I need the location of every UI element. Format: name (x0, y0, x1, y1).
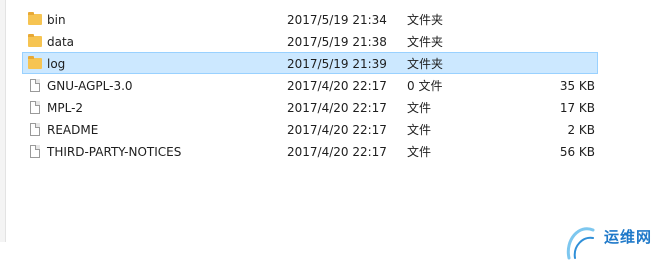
file-name: log (47, 57, 66, 71)
file-type: 文件 (407, 145, 432, 159)
file-size: 2 KB (567, 123, 595, 137)
file-date-modified: 2017/5/19 21:39 (287, 57, 387, 71)
folder-icon (27, 31, 43, 53)
file-size: 35 KB (559, 79, 595, 93)
file-icon (27, 141, 43, 163)
file-type: 文件 (407, 101, 432, 115)
file-name: THIRD-PARTY-NOTICES (47, 145, 182, 159)
file-size: 17 KB (559, 101, 595, 115)
folder-icon (27, 9, 43, 31)
file-name: data (47, 35, 75, 49)
file-type: 文件夹 (407, 35, 444, 49)
file-type: 文件夹 (407, 13, 444, 27)
window-left-edge (0, 0, 6, 242)
file-type: 文件 (407, 123, 432, 137)
file-row-mpl[interactable]: MPL-2 2017/4/20 22:17 文件 17 KB (22, 96, 598, 118)
file-row-bin[interactable]: bin 2017/5/19 21:34 文件夹 (22, 8, 598, 30)
file-icon (27, 119, 43, 141)
file-row-gnu-agpl[interactable]: GNU-AGPL-3.0 2017/4/20 22:17 0 文件 35 KB (22, 74, 598, 96)
file-date-modified: 2017/5/19 21:38 (287, 35, 387, 49)
watermark-logo-icon (566, 227, 595, 260)
file-row-log[interactable]: log 2017/5/19 21:39 文件夹 (22, 52, 598, 74)
file-row-third-party[interactable]: THIRD-PARTY-NOTICES 2017/4/20 22:17 文件 5… (22, 140, 598, 162)
file-type: 0 文件 (407, 79, 443, 93)
file-list: bin 2017/5/19 21:34 文件夹 data 2017/5/19 2… (22, 8, 598, 162)
watermark-text: 运维网 (604, 228, 653, 246)
file-date-modified: 2017/4/20 22:17 (287, 101, 387, 115)
file-date-modified: 2017/4/20 22:17 (287, 123, 387, 137)
file-size: 56 KB (559, 145, 595, 159)
file-name: GNU-AGPL-3.0 (47, 79, 133, 93)
file-row-readme[interactable]: README 2017/4/20 22:17 文件 2 KB (22, 118, 598, 140)
file-name: README (47, 123, 99, 137)
file-icon (27, 97, 43, 119)
file-name: bin (47, 13, 66, 27)
file-date-modified: 2017/5/19 21:34 (287, 13, 387, 27)
file-date-modified: 2017/4/20 22:17 (287, 145, 387, 159)
file-row-data[interactable]: data 2017/5/19 21:38 文件夹 (22, 30, 598, 52)
folder-icon (27, 53, 43, 75)
file-name: MPL-2 (47, 101, 84, 115)
file-icon (27, 75, 43, 97)
file-type: 文件夹 (407, 57, 444, 71)
file-date-modified: 2017/4/20 22:17 (287, 79, 387, 93)
